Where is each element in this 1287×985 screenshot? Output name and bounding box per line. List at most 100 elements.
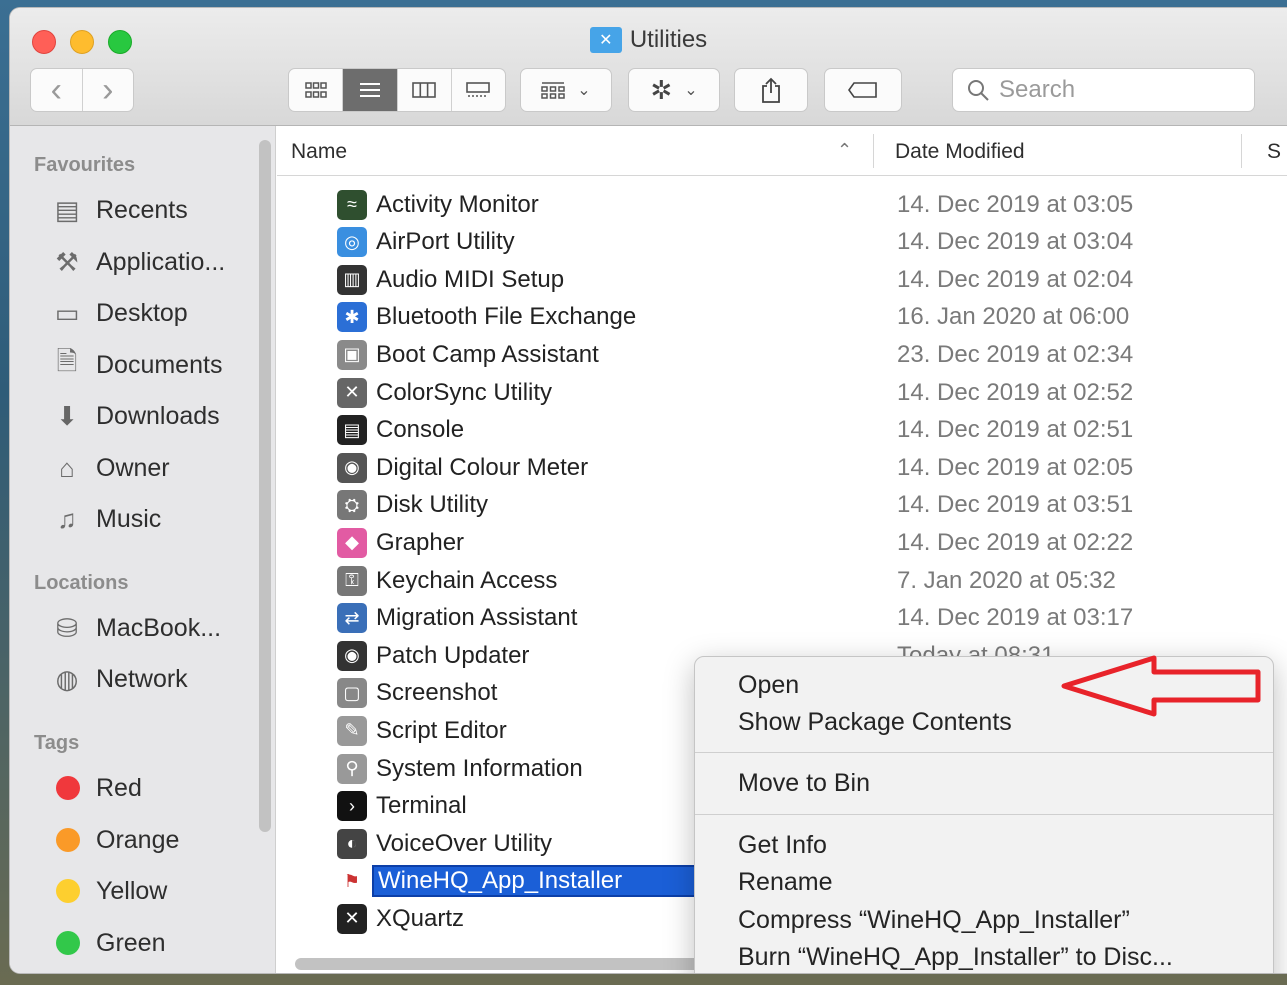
tags-button[interactable] [824,68,902,112]
file-name: ColorSync Utility [376,378,553,406]
file-name: Keychain Access [376,566,558,594]
column-divider[interactable] [1241,134,1242,168]
file-date-modified: 16. Jan 2020 at 06:00 [897,303,1130,331]
sidebar-item-applications[interactable]: ⚒ Applicatio... [50,242,225,282]
file-date-modified: 14. Dec 2019 at 02:22 [897,528,1134,556]
network-icon: ◍ [55,663,79,694]
list-view-button[interactable] [343,69,398,111]
sidebar-item-label: Red [96,773,142,802]
sidebar-item-label: Network [96,664,188,693]
sidebar-item-downloads[interactable]: ⬇ Downloads [50,396,220,436]
sidebar-scrollbar[interactable] [259,140,271,832]
column-view-button[interactable] [398,69,452,111]
file-name: Terminal [376,792,467,820]
sidebar-item-owner[interactable]: ⌂ Owner [50,448,170,488]
sidebar-item-label: MacBook... [96,613,222,642]
app-icon: ◆ [337,527,367,558]
sidebar-item-documents[interactable]: 🗎 Documents [50,345,223,385]
table-row[interactable]: ▤ Console 14. Dec 2019 at 02:51 [281,412,1281,449]
sidebar-tag-orange[interactable]: Orange [50,820,179,860]
back-button[interactable]: ‹ [31,69,83,111]
chevron-down-icon: ⌄ [577,82,591,99]
menu-item-compress[interactable]: Compress “WineHQ_App_Installer” [738,906,1130,935]
column-divider[interactable] [873,134,874,168]
sidebar-item-macbook[interactable]: ⛁ MacBook... [50,608,221,648]
table-row[interactable]: ⇄ Migration Assistant 14. Dec 2019 at 03:1… [281,600,1281,637]
size-column-header[interactable]: S [1267,140,1281,164]
table-row[interactable]: ⚿ Keychain Access 7. Jan 2020 at 05:32 [281,562,1281,599]
file-date-modified: 14. Dec 2019 at 02:05 [897,453,1134,481]
sidebar-tag-green[interactable]: Green [50,923,165,963]
file-date-modified: 7. Jan 2020 at 05:32 [897,566,1116,594]
chevron-down-icon: ⌄ [684,82,698,99]
sidebar-item-label: Desktop [96,298,188,327]
desktop-icon: ▭ [54,297,80,328]
file-name: XQuartz [376,904,465,932]
app-icon: ✕ [337,903,367,934]
file-name: Grapher [376,528,465,556]
sidebar-item-music[interactable]: ♫ Music [50,499,161,539]
action-menu-button[interactable]: ✲ ⌄ [628,68,720,112]
sidebar-item-label: Music [96,504,162,533]
table-row[interactable]: ✱ Bluetooth File Exchange 16. Jan 2020 at … [281,299,1281,336]
sidebar-item-label: Orange [96,825,180,854]
tag-icon [848,82,877,98]
table-row[interactable]: ▣ Boot Camp Assistant 23. Dec 2019 at 02:3… [281,336,1281,373]
horizontal-scrollbar[interactable] [295,958,715,970]
sidebar-tag-red[interactable]: Red [50,768,142,808]
forward-button[interactable]: › [83,69,134,111]
app-icon: ⚿ [337,565,367,596]
app-icon: ◉ [337,452,367,483]
file-date-modified: 14. Dec 2019 at 02:51 [897,416,1134,444]
group-by-button[interactable]: ⌄ [520,68,612,112]
app-icon: ⇄ [337,603,367,634]
search-field[interactable]: Search [952,68,1255,112]
file-name: Script Editor [376,716,507,744]
menu-item-show-package-contents[interactable]: Show Package Contents [738,708,1012,737]
menu-item-burn[interactable]: Burn “WineHQ_App_Installer” to Disc... [738,943,1173,972]
red-tag-dot [56,776,80,800]
chevron-right-icon: › [102,70,114,109]
yellow-tag-dot [56,879,80,903]
name-column-header[interactable]: Name [291,140,347,164]
utilities-folder-icon: ✕ [589,27,622,53]
gallery-view-button[interactable] [452,69,505,111]
menu-item-get-info[interactable]: Get Info [738,831,827,860]
sidebar-item-desktop[interactable]: ▭ Desktop [50,293,188,333]
date-column-header[interactable]: Date Modified [895,140,1025,164]
sidebar-item-network[interactable]: ◍ Network [50,659,188,699]
table-row[interactable]: ≈ Activity Monitor 14. Dec 2019 at 03:05 [281,186,1281,223]
app-icon: ◎ [337,227,367,258]
table-row[interactable]: ◉ Digital Colour Meter 14. Dec 2019 at 02:… [281,449,1281,486]
file-date-modified: 23. Dec 2019 at 02:34 [897,340,1134,368]
share-button[interactable] [734,68,808,112]
file-date-modified: 14. Dec 2019 at 03:05 [897,190,1134,218]
menu-separator [695,814,1273,815]
table-row[interactable]: ◆ Grapher 14. Dec 2019 at 02:22 [281,524,1281,561]
table-row[interactable]: ⛭ Disk Utility 14. Dec 2019 at 03:51 [281,487,1281,524]
file-name: System Information [376,754,583,782]
icon-view-button[interactable] [289,69,344,111]
gallery-view-icon [466,82,491,97]
sidebar-tag-yellow[interactable]: Yellow [50,871,167,911]
table-row[interactable]: ◎ AirPort Utility 14. Dec 2019 at 03:04 [281,224,1281,261]
menu-item-open[interactable]: Open [738,671,799,700]
sidebar-item-recents[interactable]: ▤ Recents [50,190,188,230]
file-name: Disk Utility [376,491,488,519]
file-date-modified: 14. Dec 2019 at 03:04 [897,228,1134,256]
search-icon [968,80,989,101]
file-name: Migration Assistant [376,604,578,632]
file-name: Audio MIDI Setup [376,265,565,293]
menu-separator [695,752,1273,753]
app-icon: ⚑ [337,866,367,897]
menu-item-move-to-bin[interactable]: Move to Bin [738,769,870,798]
home-icon: ⌂ [59,452,75,483]
table-row[interactable]: ▥ Audio MIDI Setup 14. Dec 2019 at 02:04 [281,261,1281,298]
menu-item-rename[interactable]: Rename [738,868,833,897]
window-title: ✕ Utilities [10,26,1287,54]
table-row[interactable]: ✕ ColorSync Utility 14. Dec 2019 at 02:52 [281,374,1281,411]
back-forward-control: ‹ › [30,68,134,112]
file-name: Patch Updater [376,641,530,669]
list-view-icon [359,83,380,97]
file-name: Digital Colour Meter [376,453,589,481]
